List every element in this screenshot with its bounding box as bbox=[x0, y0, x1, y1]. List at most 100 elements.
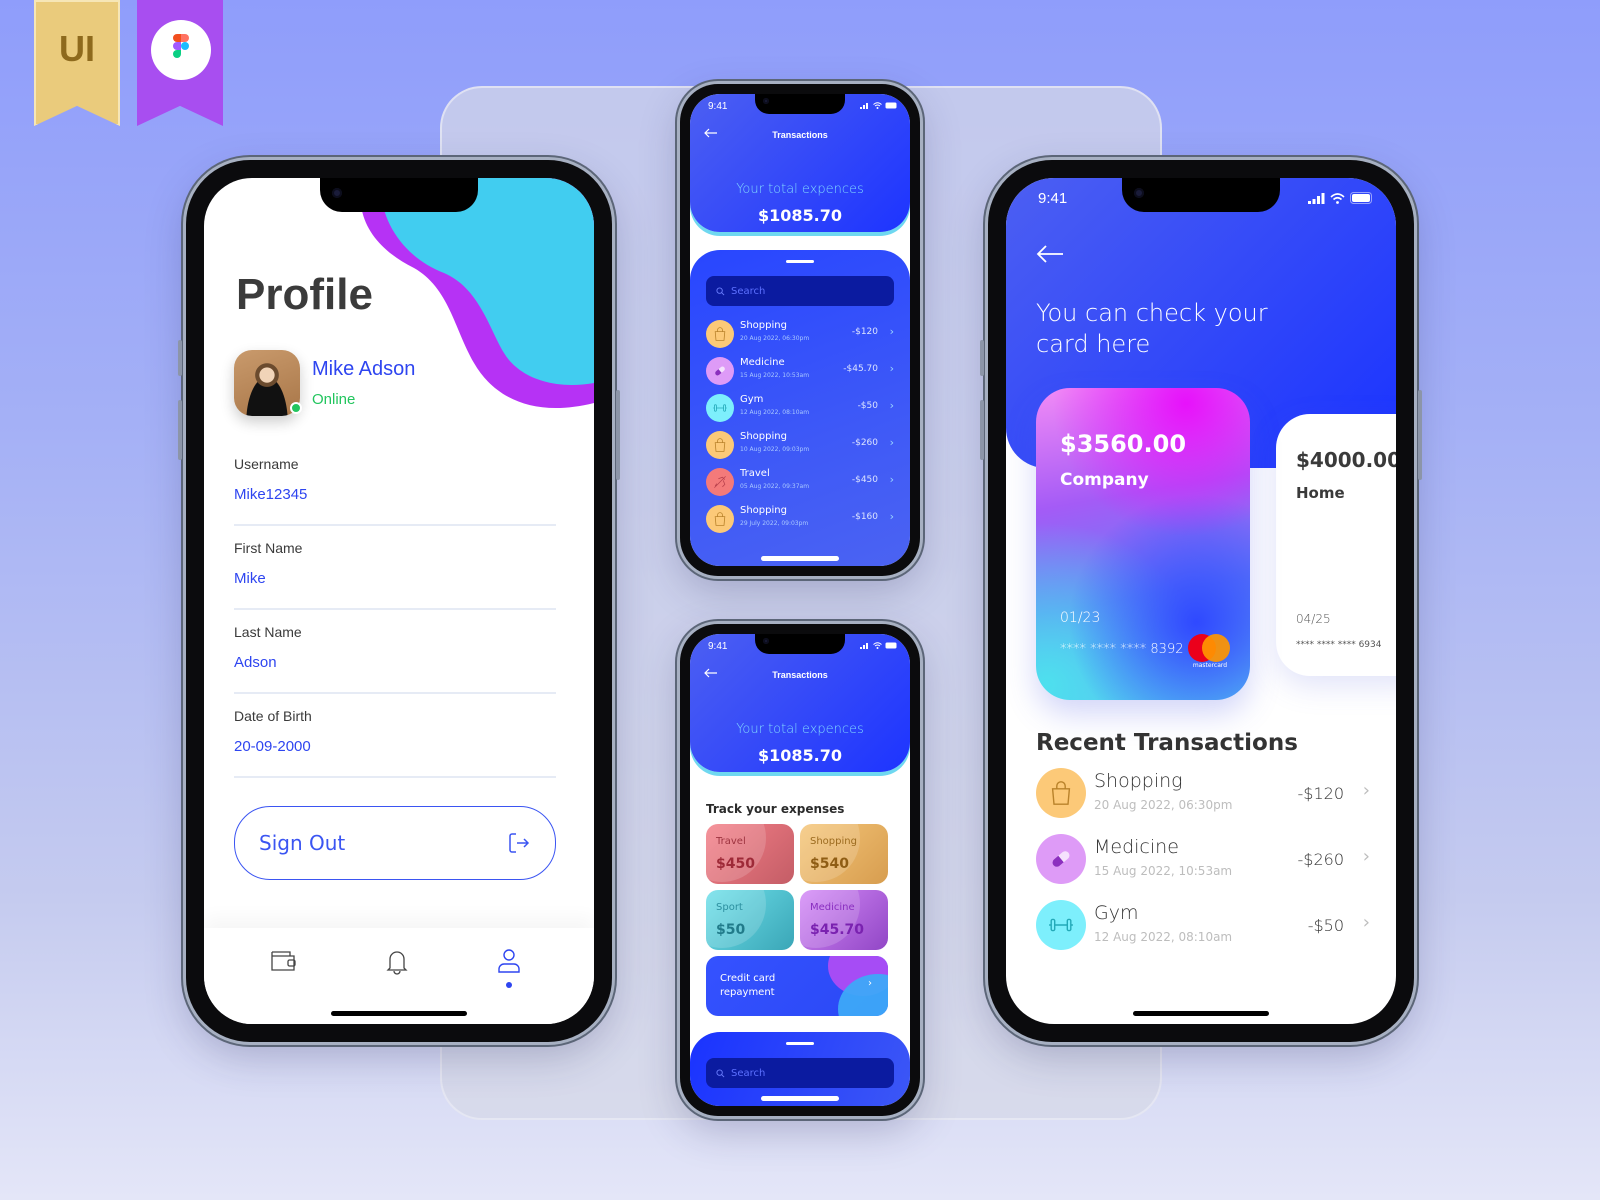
credit-card-repayment-button[interactable]: Credit card repayment › bbox=[706, 956, 888, 1016]
shopping-bag-icon bbox=[706, 505, 734, 533]
notch bbox=[755, 634, 845, 654]
volume-button bbox=[178, 340, 182, 376]
transaction-amount: -$160 bbox=[851, 512, 878, 522]
chevron-right-icon: › bbox=[889, 399, 894, 412]
transaction-row[interactable]: Shopping 20 Aug 2022, 06:30pm -$120 › bbox=[706, 318, 894, 350]
category-label: Sport bbox=[716, 902, 743, 913]
first-name-field[interactable]: First Name Mike bbox=[234, 540, 556, 610]
figma-badge bbox=[137, 0, 223, 126]
field-value[interactable]: Mike bbox=[234, 570, 266, 587]
battery-icon bbox=[885, 642, 897, 649]
transaction-name: Gym bbox=[740, 394, 764, 405]
home-indicator bbox=[331, 1011, 467, 1016]
transaction-name: Shopping bbox=[1094, 770, 1183, 792]
transaction-row[interactable]: Shopping 20 Aug 2022, 06:30pm -$120 › bbox=[1036, 768, 1370, 820]
tab-profile[interactable] bbox=[494, 946, 524, 988]
transactions-screen: 9:41 Transactions Your total expences $1… bbox=[690, 94, 910, 566]
profile-screen: Profile Mike Adson Online Username Mike1… bbox=[204, 178, 594, 1024]
field-label: Username bbox=[234, 456, 299, 472]
field-value[interactable]: 20-09-2000 bbox=[234, 738, 311, 755]
transaction-row[interactable]: Medicine 15 Aug 2022, 10:53am -$260 › bbox=[1036, 834, 1370, 886]
card-home[interactable]: $4000.00 Home 04/25 **** **** **** 6934 bbox=[1276, 414, 1396, 676]
search-sheet bbox=[690, 1032, 910, 1106]
status-icons bbox=[860, 102, 898, 109]
field-label: Date of Birth bbox=[234, 708, 312, 724]
category-tile-shopping[interactable]: Shopping $540 bbox=[800, 824, 888, 884]
tab-bar bbox=[204, 928, 594, 1024]
status-time: 9:41 bbox=[708, 101, 728, 112]
transaction-amount: -$45.70 bbox=[843, 364, 878, 374]
category-label: Medicine bbox=[810, 902, 855, 913]
drag-handle[interactable] bbox=[786, 260, 814, 263]
logout-icon bbox=[509, 833, 530, 853]
pill-icon bbox=[706, 357, 734, 385]
credit-card-label: Credit card repayment bbox=[720, 973, 776, 998]
phone-transactions: 9:41 Transactions Your total expences $1… bbox=[680, 84, 920, 576]
shopping-bag-icon bbox=[706, 320, 734, 348]
mastercard-logo-icon: mastercard bbox=[1188, 634, 1232, 669]
status-time: 9:41 bbox=[708, 641, 728, 652]
transaction-row[interactable]: Medicine 15 Aug 2022, 10:53am -$45.70 › bbox=[706, 355, 894, 387]
transaction-amount: -$120 bbox=[1297, 784, 1345, 803]
category-tile-sport[interactable]: Sport $50 bbox=[706, 890, 794, 950]
section-title: Track your expenses bbox=[706, 802, 845, 816]
chevron-right-icon: › bbox=[889, 510, 894, 523]
field-value[interactable]: Adson bbox=[234, 654, 277, 671]
card-company[interactable]: $3560.00 Company 01/23 **** **** **** 83… bbox=[1036, 388, 1250, 700]
airplane-icon bbox=[706, 468, 734, 496]
last-name-field[interactable]: Last Name Adson bbox=[234, 624, 556, 694]
figma-logo-icon bbox=[151, 20, 211, 80]
transaction-row[interactable]: Travel 05 Aug 2022, 09:37am -$450 › bbox=[706, 466, 894, 498]
transaction-row[interactable]: Gym 12 Aug 2022, 08:10am -$50 › bbox=[1036, 900, 1370, 952]
total-expenses-label: Your total expences bbox=[736, 722, 864, 737]
card-expiry: 01/23 bbox=[1060, 610, 1101, 626]
home-indicator bbox=[1133, 1011, 1269, 1016]
search-input[interactable] bbox=[731, 1067, 851, 1079]
online-indicator bbox=[290, 402, 302, 414]
shopping-bag-icon bbox=[1036, 768, 1086, 818]
category-label: Travel bbox=[716, 836, 746, 847]
search-bar[interactable] bbox=[706, 276, 894, 306]
home-indicator bbox=[761, 556, 839, 561]
transaction-name: Shopping bbox=[740, 505, 787, 516]
card-name: Company bbox=[1060, 470, 1149, 490]
expenses-screen: 9:41 Transactions Your total expences $1… bbox=[690, 634, 910, 1106]
username-field[interactable]: Username Mike12345 bbox=[234, 456, 556, 526]
transaction-row[interactable]: Gym 12 Aug 2022, 08:10am -$50 › bbox=[706, 392, 894, 424]
category-value: $50 bbox=[716, 922, 746, 938]
category-tile-medicine[interactable]: Medicine $45.70 bbox=[800, 890, 888, 950]
notch bbox=[1122, 178, 1280, 212]
transaction-row[interactable]: Shopping 29 July 2022, 09:03pm -$160 › bbox=[706, 503, 894, 535]
date-of-birth-field[interactable]: Date of Birth 20-09-2000 bbox=[234, 708, 556, 778]
user-name: Mike Adson bbox=[312, 358, 416, 380]
transaction-name: Medicine bbox=[1094, 836, 1179, 858]
transaction-row[interactable]: Shopping 10 Aug 2022, 09:03pm -$260 › bbox=[706, 429, 894, 461]
tab-wallet[interactable] bbox=[268, 946, 298, 976]
back-arrow-icon[interactable] bbox=[1036, 244, 1064, 264]
avatar[interactable] bbox=[234, 350, 302, 416]
search-input[interactable] bbox=[731, 285, 851, 297]
transaction-name: Shopping bbox=[740, 431, 787, 442]
drag-handle[interactable] bbox=[786, 1042, 814, 1045]
ui-badge: UI bbox=[34, 0, 120, 126]
chevron-right-icon: › bbox=[889, 362, 894, 375]
shopping-bag-icon bbox=[706, 431, 734, 459]
tab-notifications[interactable] bbox=[382, 946, 412, 976]
signal-icon bbox=[860, 643, 868, 649]
ui-badge-label: UI bbox=[59, 28, 95, 69]
notch bbox=[320, 178, 478, 212]
transaction-date: 20 Aug 2022, 06:30pm bbox=[1094, 798, 1233, 812]
category-value: $45.70 bbox=[810, 922, 865, 938]
home-indicator bbox=[761, 1096, 839, 1101]
search-bar[interactable] bbox=[706, 1058, 894, 1088]
sign-out-button[interactable]: Sign Out bbox=[234, 806, 556, 880]
total-expenses-value: $1085.70 bbox=[757, 746, 842, 765]
field-value[interactable]: Mike12345 bbox=[234, 486, 307, 503]
category-tile-travel[interactable]: Travel $450 bbox=[706, 824, 794, 884]
section-title: Recent Transactions bbox=[1036, 730, 1298, 756]
power-button bbox=[1418, 390, 1422, 480]
signal-icon bbox=[860, 103, 868, 109]
phone-profile: Profile Mike Adson Online Username Mike1… bbox=[178, 160, 620, 1042]
chevron-right-icon: › bbox=[889, 325, 894, 338]
battery-icon bbox=[885, 102, 897, 109]
